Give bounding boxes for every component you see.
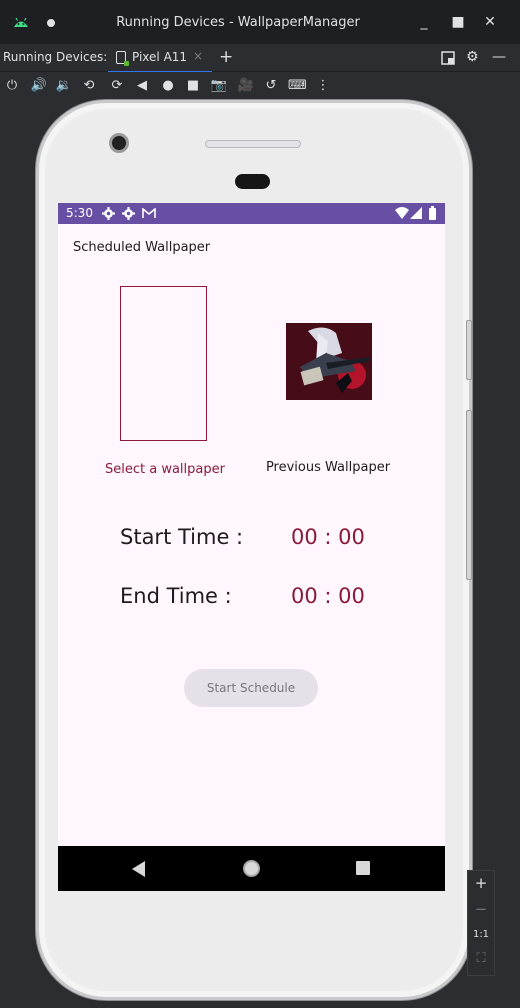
start-schedule-button[interactable]: Start Schedule <box>184 669 318 707</box>
screen-record-icon[interactable]: 🎥 <box>237 77 255 95</box>
close-window-button[interactable]: ✕ <box>480 12 500 32</box>
zoom-in-button[interactable]: + <box>468 874 494 892</box>
more-options-icon[interactable]: ⋮ <box>314 77 332 95</box>
window-title: Running Devices - WallpaperManager <box>116 15 360 30</box>
proximity-sensor <box>235 174 270 189</box>
volume-up-icon[interactable]: 🔊 <box>30 77 48 95</box>
select-wallpaper-label[interactable]: Select a wallpaper <box>90 462 240 477</box>
earpiece-speaker <box>205 140 301 148</box>
nav-recents-icon[interactable] <box>356 861 370 875</box>
title-bar: Running Devices - WallpaperManager _ ■ ✕ <box>0 0 520 44</box>
zoom-out-button[interactable]: − <box>468 900 494 918</box>
battery-icon <box>429 206 436 220</box>
start-time-label: Start Time : <box>120 525 244 549</box>
status-time: 5:30 <box>66 206 93 220</box>
power-side-button <box>466 320 472 380</box>
wifi-icon <box>395 207 409 219</box>
minimize-button[interactable]: _ <box>414 12 434 32</box>
android-nav-bar <box>58 846 445 891</box>
overview-icon[interactable]: ■ <box>184 77 202 95</box>
start-time-value[interactable]: 00 : 00 <box>291 525 365 549</box>
settings-gear-icon[interactable]: ⚙ <box>466 49 479 65</box>
rotate-left-icon[interactable]: ⟲ <box>80 77 98 95</box>
nav-back-icon[interactable] <box>132 861 145 877</box>
fit-screen-icon[interactable]: ⛶ <box>468 951 494 966</box>
settings-notification-icon <box>102 207 115 220</box>
add-device-button[interactable]: + <box>219 47 233 67</box>
tool-window-tabbar: Running Devices: Pixel A11 × + ⚙ — <box>0 44 520 73</box>
cellular-signal-icon <box>410 207 422 219</box>
front-camera-icon <box>109 133 129 153</box>
android-status-bar: 5:30 <box>58 203 445 224</box>
rotate-right-icon[interactable]: ⟳ <box>108 77 126 95</box>
keyboard-icon[interactable]: ⌨ <box>288 77 307 95</box>
settings-notification-icon-2 <box>122 207 135 220</box>
hide-panel-button[interactable]: — <box>492 49 506 65</box>
volume-down-icon[interactable]: 🔉 <box>55 77 73 95</box>
gmail-notification-icon <box>142 208 156 218</box>
volume-side-button <box>466 410 472 580</box>
actual-size-button[interactable]: 1:1 <box>468 929 494 940</box>
app-title: Scheduled Wallpaper <box>73 240 211 255</box>
back-icon[interactable]: ◀ <box>133 77 151 95</box>
device-icon <box>116 51 129 66</box>
nav-home-icon[interactable] <box>243 860 260 877</box>
tab-pixel-a11[interactable]: Pixel A11 × <box>108 44 212 73</box>
layout-icon[interactable] <box>441 51 455 65</box>
end-time-value[interactable]: 00 : 00 <box>291 584 365 608</box>
tab-close-button[interactable]: × <box>193 49 203 63</box>
end-time-label: End Time : <box>120 584 232 608</box>
home-icon[interactable]: ● <box>159 77 177 95</box>
power-icon[interactable]: ⏻ <box>3 77 21 95</box>
device-toolbar: ⏻ 🔊 🔉 ⟲ ⟳ ◀ ● ■ 📷 🎥 ↺ ⌨ ⋮ <box>0 72 520 100</box>
tab-label: Pixel A11 <box>132 50 188 64</box>
previous-wallpaper-label: Previous Wallpaper <box>265 460 391 475</box>
tool-window-title: Running Devices: <box>3 50 108 64</box>
wallpaper-picker-frame[interactable] <box>120 286 207 441</box>
previous-wallpaper-image <box>286 323 372 400</box>
maximize-button[interactable]: ■ <box>448 12 468 32</box>
screenshot-icon[interactable]: 📷 <box>210 77 228 95</box>
snapshot-icon[interactable]: ↺ <box>262 77 280 95</box>
zoom-controls: + − 1:1 ⛶ <box>467 870 495 976</box>
device-screen[interactable]: 5:30 Scheduled Wallpaper Select a wallpa… <box>58 203 445 891</box>
